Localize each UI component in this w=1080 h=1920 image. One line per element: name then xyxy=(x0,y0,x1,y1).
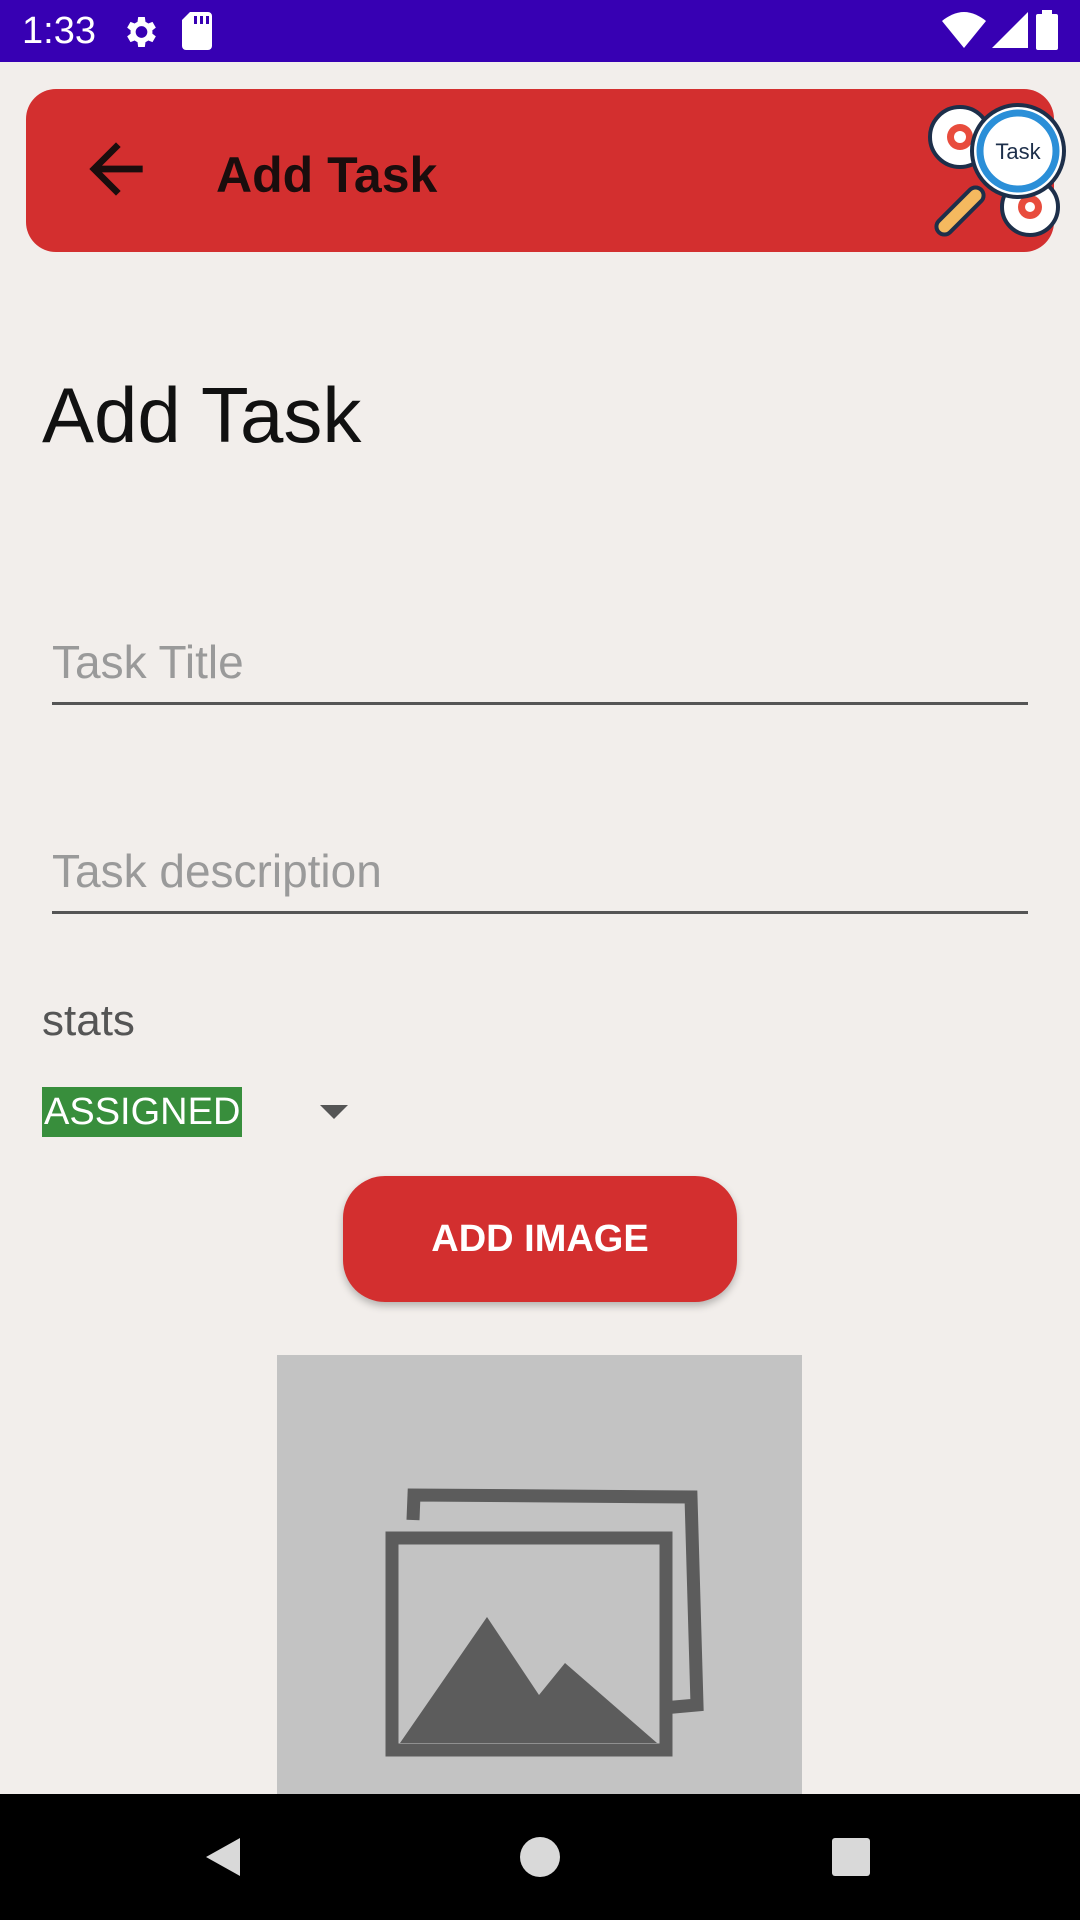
back-triangle-icon[interactable] xyxy=(200,1834,246,1880)
status-bar: 1:33 xyxy=(0,0,1080,62)
sd-card-icon xyxy=(182,12,212,50)
recents-square-icon[interactable] xyxy=(828,1834,874,1880)
signal-icon xyxy=(992,12,1028,48)
wifi-icon xyxy=(942,12,986,48)
task-description-input[interactable] xyxy=(52,831,1028,914)
stats-selected-value: ASSIGNED xyxy=(42,1087,243,1137)
status-time: 1:33 xyxy=(22,10,96,52)
task-title-input[interactable] xyxy=(52,622,1028,705)
screen: 1:33 Add Task Task Add Task Task Title T… xyxy=(0,0,1080,1920)
app-bar: Add Task xyxy=(26,89,1054,252)
stats-dropdown[interactable]: ASSIGNED xyxy=(42,1087,362,1137)
stats-label: stats xyxy=(42,996,135,1045)
app-bar-title: Add Task xyxy=(216,147,438,203)
arrow-back-icon[interactable] xyxy=(76,129,156,209)
gear-icon xyxy=(127,17,156,47)
task-logo-icon: Task xyxy=(928,103,1066,237)
page-title: Add Task xyxy=(42,371,362,459)
home-circle-icon[interactable] xyxy=(517,1834,563,1880)
battery-icon xyxy=(1036,10,1058,50)
dropdown-arrow-icon xyxy=(320,1105,348,1119)
add-image-button[interactable]: ADD IMAGE xyxy=(343,1176,737,1302)
navigation-bar xyxy=(0,1794,1080,1920)
logo-text: Task xyxy=(995,139,1041,164)
image-placeholder-icon xyxy=(385,1488,704,1757)
image-preview xyxy=(277,1355,802,1795)
